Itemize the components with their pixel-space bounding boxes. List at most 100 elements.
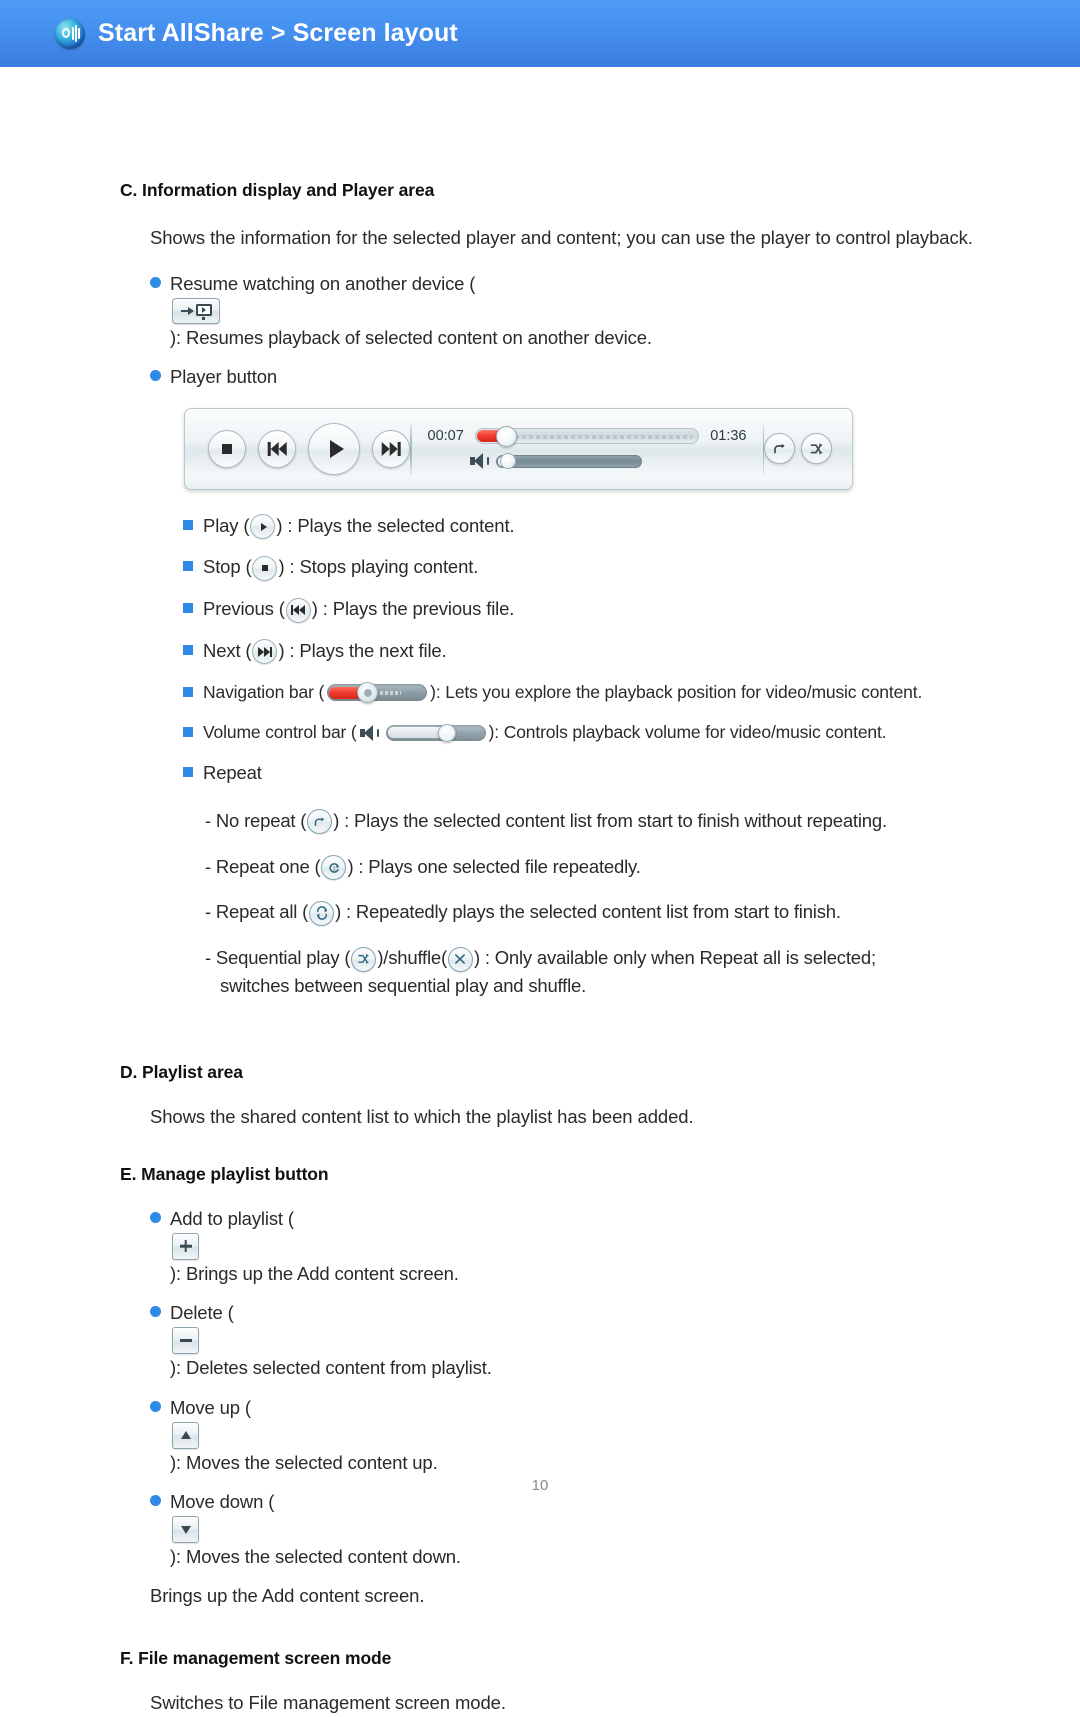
no-repeat-icon[interactable] [307, 809, 333, 835]
document-body: C. Information display and Player area S… [0, 67, 1080, 1717]
sub-bullet-previous: Previous ( ) : Plays the previous file. [183, 595, 1028, 623]
section-d-heading: D. Playlist area [120, 1061, 243, 1082]
sub-bullet-volume-control: Volume control bar (): Controls playback… [183, 719, 1003, 745]
repeat-all-pre: - Repeat all ( [205, 901, 309, 923]
previous-icon[interactable] [285, 597, 311, 623]
bullet-dot-icon [150, 1400, 161, 1412]
play-pre: Play ( [203, 514, 250, 536]
play-icon[interactable] [250, 514, 276, 540]
sub-bullet-next: Next ( ) : Plays the next file. [183, 637, 1028, 665]
bullet-dot-icon [150, 1211, 161, 1223]
bullet-move-down: Move down ( ): Moves the selected content… [150, 1488, 995, 1571]
next-pre: Next ( [203, 639, 252, 661]
volume-slider[interactable] [495, 453, 642, 470]
repeat-item-no-repeat: - No repeat () : Plays the selected cont… [205, 807, 995, 835]
section-c-intro: Shows the information for the selected p… [150, 227, 973, 248]
next-icon[interactable] [372, 429, 410, 468]
repeat-one-post: ) : Plays one selected file repeatedly. [347, 855, 641, 877]
player-control-bar[interactable]: 00:07 01:36 [184, 407, 853, 490]
no-repeat-post: ) : Plays the selected content list from… [333, 809, 887, 831]
repeat-item-repeat-all: - Repeat all () : Repeatedly plays the s… [205, 898, 995, 926]
speaker-icon [359, 725, 379, 742]
navigation-bar-pre: Navigation bar ( [203, 681, 325, 702]
section-f-body: Switches to File management screen mode. [150, 1692, 506, 1714]
bullet-square-icon [183, 561, 193, 572]
resume-watching-post: ): Resumes playback of selected content … [170, 327, 652, 349]
section-f-heading: F. File management screen mode [120, 1648, 392, 1669]
bullet-delete: Delete ( ): Deletes selected content from… [150, 1299, 995, 1382]
sequential-play-icon[interactable] [351, 946, 377, 972]
playback-progress-area: 00:07 01:36 [412, 426, 763, 470]
elapsed-time: 00:07 [427, 428, 464, 445]
bullet-resume-watching: Resume watching on another device ( ): Re… [150, 270, 995, 352]
repeat-all-icon[interactable] [309, 900, 335, 926]
move-up-icon[interactable] [172, 1421, 199, 1449]
delete-post: ): Deletes selected content from playlis… [170, 1357, 492, 1379]
navigation-bar-icon[interactable] [327, 682, 428, 704]
repeat-item-sequential-shuffle: - Sequential play ( )/shuffle( ) : Only av… [205, 944, 995, 1000]
section-e-trailing-note: Brings up the Add content screen. [150, 1584, 425, 1606]
next-icon[interactable] [252, 639, 278, 665]
shuffle-icon[interactable] [447, 946, 473, 972]
repeat-item-repeat-one: - Repeat one (1) : Plays one selected fi… [205, 853, 995, 881]
sequential-post: ) : Only available only when Repeat all … [473, 947, 876, 969]
bullet-square-icon [183, 603, 193, 614]
repeat-shuffle-controls [764, 433, 852, 465]
transport-controls [185, 422, 410, 475]
speaker-icon[interactable] [469, 453, 489, 470]
sub-bullet-stop: Stop ( ) : Stops playing content. [183, 553, 1028, 581]
bullet-dot-icon [150, 1495, 161, 1507]
page-number: 10 [531, 1477, 549, 1494]
section-e-heading: E. Manage playlist button [120, 1163, 329, 1184]
bullet-square-icon [183, 767, 193, 778]
sequential-play-icon[interactable] [801, 433, 832, 465]
stop-icon[interactable] [252, 555, 278, 581]
move-down-icon[interactable] [172, 1516, 199, 1544]
bullet-player-button: Player button [150, 363, 995, 391]
moveup-pre: Move up ( [170, 1396, 251, 1418]
section-c-heading: C. Information display and Player area [120, 180, 435, 200]
repeat-one-icon[interactable]: 1 [321, 855, 347, 881]
movedown-pre: Move down ( [170, 1491, 275, 1513]
repeat-one-pre: - Repeat one ( [205, 855, 321, 877]
add-to-playlist-icon[interactable] [172, 1232, 199, 1260]
movedown-post: ): Moves the selected content down. [170, 1546, 461, 1568]
sequential-mid: )/shuffle( [377, 947, 447, 969]
delete-icon[interactable] [172, 1327, 199, 1355]
play-post: ) : Plays the selected content. [276, 514, 515, 536]
play-icon[interactable] [308, 422, 360, 475]
next-post: ) : Plays the next file. [278, 639, 447, 661]
previous-icon[interactable] [258, 429, 296, 468]
bullet-square-icon [183, 519, 193, 530]
bullet-square-icon [183, 686, 193, 697]
repeat-label: Repeat [203, 762, 262, 784]
volume-control-bar-icon[interactable] [359, 724, 486, 743]
moveup-post: ): Moves the selected content up. [170, 1451, 438, 1473]
allshare-logo-icon [55, 18, 85, 49]
total-time: 01:36 [710, 428, 747, 445]
delete-pre: Delete ( [170, 1302, 234, 1324]
add-pre: Add to playlist ( [170, 1207, 294, 1229]
sub-bullet-repeat: Repeat [183, 759, 1028, 787]
navigation-bar-slider[interactable] [474, 426, 700, 448]
no-repeat-icon[interactable] [764, 433, 795, 465]
volume-bar-pre: Volume control bar ( [203, 721, 357, 742]
section-d-body: Shows the shared content list to which t… [150, 1105, 694, 1127]
resume-on-device-icon[interactable] [172, 298, 220, 325]
bullet-square-icon [183, 644, 193, 655]
stop-icon[interactable] [208, 429, 246, 468]
bullet-move-up: Move up ( ): Moves the selected content u… [150, 1394, 995, 1477]
bullet-dot-icon [150, 277, 161, 289]
bullet-dot-icon [150, 1306, 161, 1318]
sequential-pre: - Sequential play ( [205, 947, 351, 969]
sub-bullet-navigation-bar: Navigation bar (): Lets you explore the … [183, 679, 1003, 705]
previous-pre: Previous ( [203, 598, 285, 620]
stop-post: ) : Stops playing content. [278, 556, 479, 578]
bullet-add-to-playlist: Add to playlist (): Brings up the Add co… [150, 1205, 995, 1288]
sub-bullet-play: Play ( ) : Plays the selected content. [183, 512, 1028, 540]
resume-watching-pre: Resume watching on another device ( [170, 273, 476, 295]
breadcrumb-title: Start AllShare > Screen layout [98, 19, 458, 47]
previous-post: ) : Plays the previous file. [311, 598, 515, 620]
page-header: Start AllShare > Screen layout [0, 0, 1080, 67]
stop-pre: Stop ( [203, 556, 252, 578]
